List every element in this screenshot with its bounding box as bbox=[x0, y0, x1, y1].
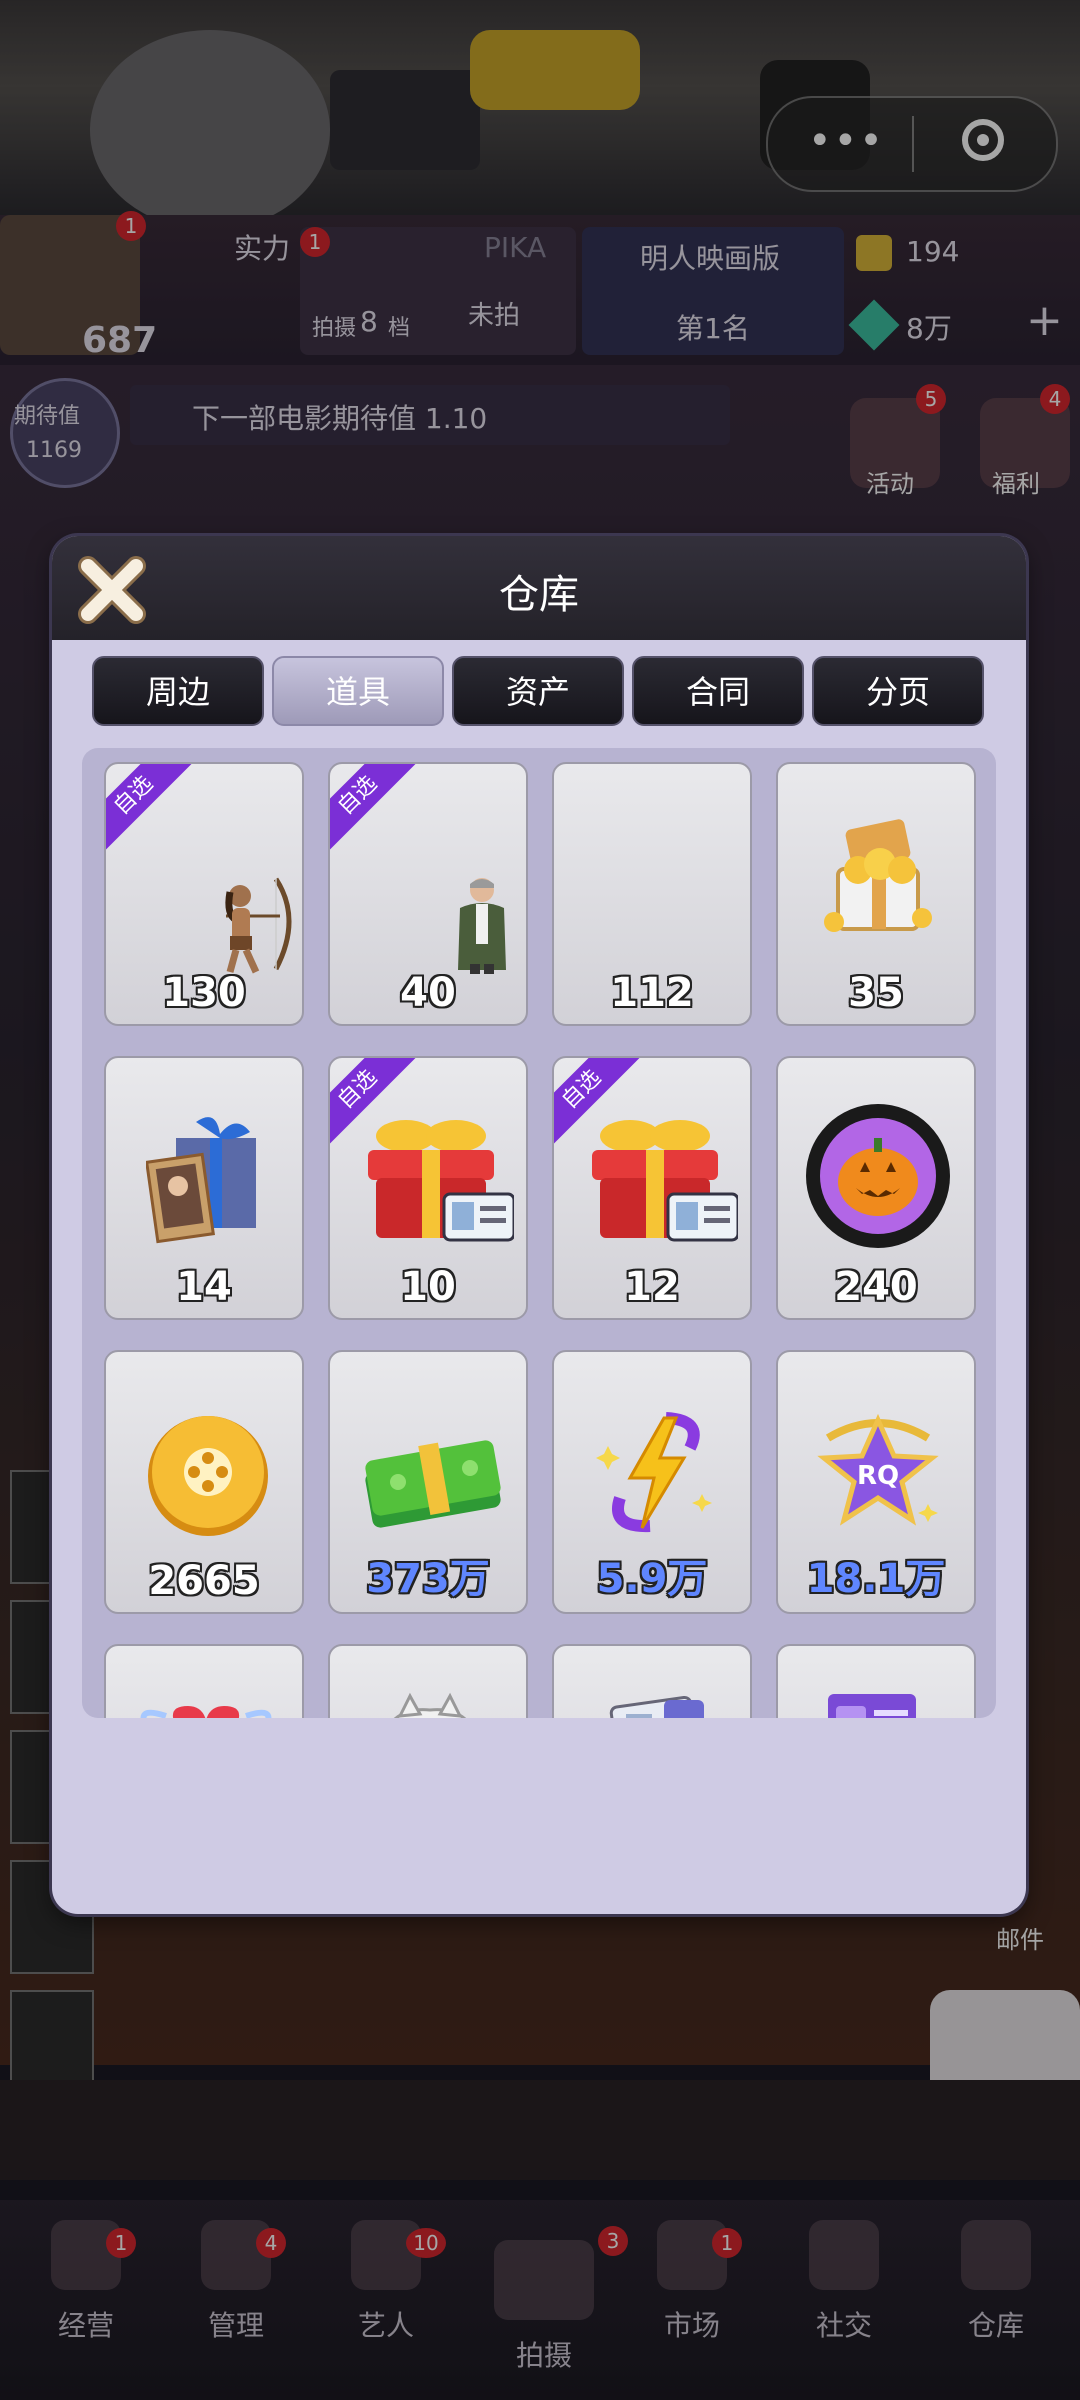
item-count: 112 bbox=[610, 970, 694, 1016]
category-tabs: 周边 道具 资产 合同 分页 bbox=[92, 656, 986, 728]
item-count: 35 bbox=[848, 970, 904, 1016]
item-slot[interactable] bbox=[328, 1644, 528, 1718]
item-slot[interactable]: 240 bbox=[776, 1056, 976, 1320]
item-count: 5.9万 bbox=[596, 1556, 708, 1602]
id-card-icon bbox=[554, 1646, 750, 1718]
cash-stack-icon bbox=[330, 1352, 526, 1562]
item-count: 40 bbox=[400, 970, 456, 1016]
item-slot[interactable]: 自选 130 bbox=[104, 762, 304, 1026]
selectable-badge: 自选 bbox=[554, 1058, 644, 1148]
item-count: 18.1万 bbox=[806, 1556, 946, 1602]
warehouse-dialog: 仓库 周边 道具 资产 合同 分页 自选 130 自选 40 112 35 14… bbox=[52, 536, 1026, 1914]
close-button[interactable] bbox=[74, 552, 150, 628]
item-slot[interactable]: 373万 bbox=[328, 1350, 528, 1614]
item-grid[interactable]: 自选 130 自选 40 112 35 14 自选 10 自选 12 240 2… bbox=[82, 748, 996, 1718]
tab-pages[interactable]: 分页 bbox=[812, 656, 984, 726]
item-slot[interactable]: 自选 40 bbox=[328, 762, 528, 1026]
dialog-footer bbox=[52, 1722, 1026, 1822]
pumpkin-token-icon bbox=[778, 1058, 974, 1268]
selectable-badge: 自选 bbox=[106, 764, 196, 854]
item-slot[interactable]: 112 bbox=[552, 762, 752, 1026]
item-slot[interactable] bbox=[776, 1644, 976, 1718]
svg-text:RQ: RQ bbox=[857, 1461, 899, 1491]
item-slot[interactable]: 自选 12 bbox=[552, 1056, 752, 1320]
badge-text: 自选 bbox=[330, 764, 420, 854]
item-slot[interactable]: 14 bbox=[104, 1056, 304, 1320]
badge-text: 自选 bbox=[330, 1058, 420, 1148]
item-slot[interactable] bbox=[552, 1644, 752, 1718]
item-slot[interactable] bbox=[104, 1644, 304, 1718]
item-count: 2665 bbox=[148, 1558, 260, 1604]
item-count: 10 bbox=[400, 1264, 456, 1310]
blank-item-icon bbox=[554, 764, 750, 974]
tab-merch[interactable]: 周边 bbox=[92, 656, 264, 726]
lightning-energy-icon bbox=[554, 1352, 750, 1562]
item-count: 373万 bbox=[366, 1556, 490, 1602]
item-count: 14 bbox=[176, 1264, 232, 1310]
selectable-badge: 自选 bbox=[330, 1058, 420, 1148]
item-count: 130 bbox=[162, 970, 246, 1016]
rq-star-icon: RQ bbox=[778, 1352, 974, 1562]
gold-treasure-chest-icon bbox=[778, 764, 974, 974]
item-count: 240 bbox=[834, 1264, 918, 1310]
item-slot[interactable]: 5.9万 bbox=[552, 1350, 752, 1614]
tab-assets[interactable]: 资产 bbox=[452, 656, 624, 726]
badge-text: 自选 bbox=[106, 764, 196, 854]
item-count: 12 bbox=[624, 1264, 680, 1310]
gold-film-coin-icon bbox=[106, 1352, 302, 1562]
badge-text: 自选 bbox=[554, 1058, 644, 1148]
close-icon bbox=[78, 556, 146, 624]
item-slot[interactable]: 自选 10 bbox=[328, 1056, 528, 1320]
selectable-badge: 自选 bbox=[330, 764, 420, 854]
heart-wings-icon bbox=[106, 1646, 302, 1718]
photo-gift-box-icon bbox=[106, 1058, 302, 1268]
dialog-title: 仓库 bbox=[499, 572, 579, 618]
tab-contracts[interactable]: 合同 bbox=[632, 656, 804, 726]
purple-card-icon bbox=[778, 1646, 974, 1718]
tab-props[interactable]: 道具 bbox=[272, 656, 444, 726]
item-slot[interactable]: 2665 bbox=[104, 1350, 304, 1614]
cat-icon bbox=[330, 1646, 526, 1718]
item-slot[interactable]: RQ 18.1万 bbox=[776, 1350, 976, 1614]
item-slot[interactable]: 35 bbox=[776, 762, 976, 1026]
